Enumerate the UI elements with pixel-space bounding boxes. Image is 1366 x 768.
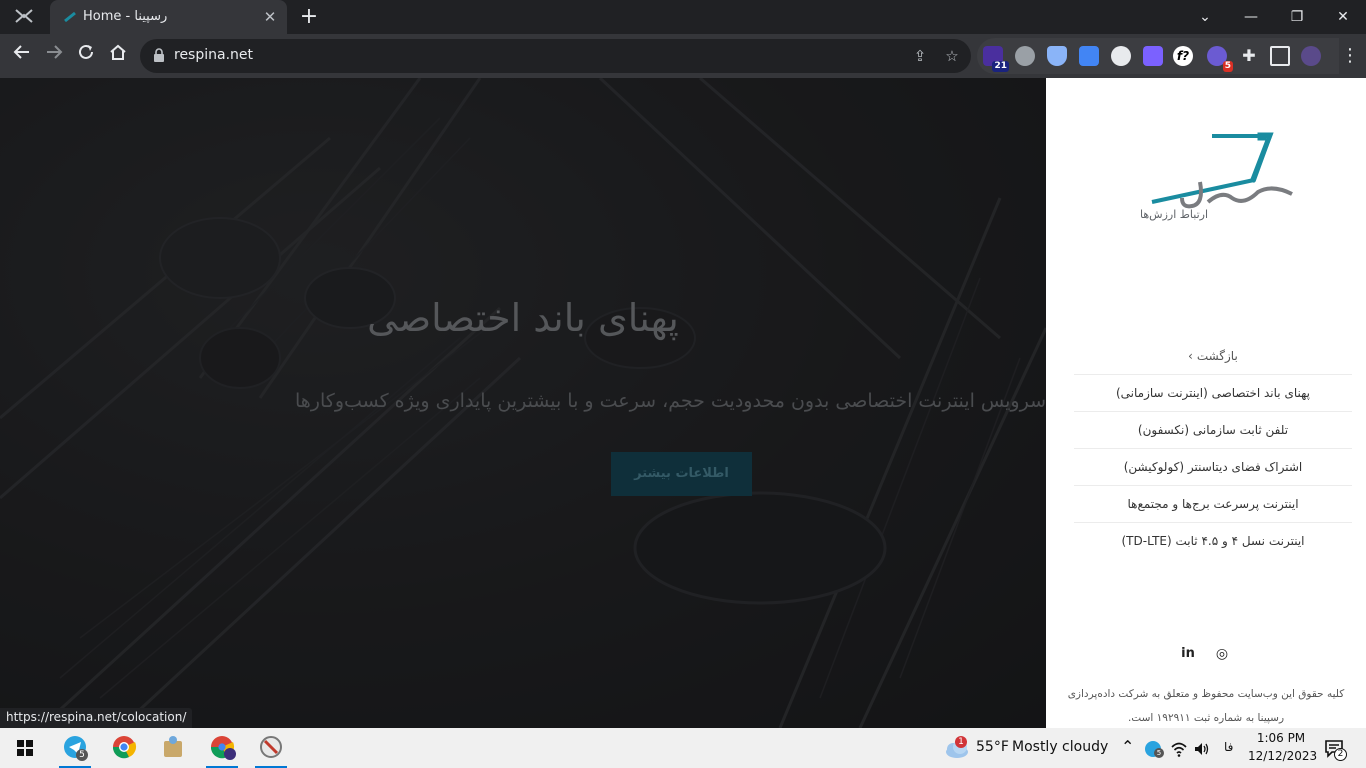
sidebar-item-nexphone[interactable]: تلفن ثابت سازمانی (نکسفون) bbox=[1074, 412, 1352, 449]
hero-title: پهنای باند اختصاصی bbox=[367, 296, 679, 340]
tab-title: Home - رسپینا bbox=[83, 9, 168, 24]
side-panel-icon[interactable] bbox=[1270, 46, 1290, 66]
browser-menu-icon[interactable]: ⋮ bbox=[1340, 45, 1360, 67]
app-menu-icon[interactable] bbox=[14, 8, 42, 26]
translate-extension-icon[interactable] bbox=[1079, 46, 1099, 66]
sidebar-item-towers-internet[interactable]: اینترنت پرسرعت برج‌ها و مجتمع‌ها bbox=[1074, 486, 1352, 523]
respina-favicon-icon bbox=[64, 11, 76, 23]
language-indicator[interactable]: فا bbox=[1224, 740, 1233, 754]
tool-taskbar-icon[interactable] bbox=[251, 733, 291, 768]
square-extension-icon[interactable] bbox=[1143, 46, 1163, 66]
circle-extension-icon[interactable] bbox=[1111, 46, 1131, 66]
extensions-puzzle-icon[interactable]: ✚ bbox=[1239, 46, 1259, 66]
font-extension-icon[interactable]: f? bbox=[1173, 46, 1193, 66]
browser-toolbar: respina.net ⇪ ☆ 21 f? 5 ✚ ⋮ bbox=[0, 34, 1366, 78]
temperature-text[interactable]: 55°F bbox=[976, 739, 1009, 755]
clock-time[interactable]: 1:06 PM bbox=[1250, 731, 1312, 745]
notifications-badge: 2 bbox=[1334, 748, 1347, 761]
more-info-button[interactable]: اطلاعات بیشتر bbox=[611, 452, 752, 496]
forward-arrow-icon[interactable] bbox=[41, 43, 67, 69]
profile-avatar[interactable] bbox=[1301, 46, 1321, 66]
back-link[interactable]: بازگشت ‹ bbox=[1074, 338, 1352, 375]
tab-search-button[interactable]: ⌄ bbox=[1182, 4, 1228, 30]
weather-alert-badge: 1 bbox=[955, 736, 967, 748]
lock-icon[interactable] bbox=[153, 48, 165, 62]
sidebar-menu: ارتباط ارزش‌ها بازگشت ‹ پهنای باند اختصا… bbox=[1046, 78, 1366, 728]
svg-text:ارتباط ارزش‌ها: ارتباط ارزش‌ها bbox=[1140, 208, 1208, 221]
camera-extension-icon[interactable] bbox=[1015, 46, 1035, 66]
instagram-icon[interactable]: ◎ bbox=[1214, 646, 1230, 662]
extension-badge: 5 bbox=[1222, 61, 1233, 72]
telegram-taskbar-icon[interactable]: 5 bbox=[55, 733, 95, 768]
wifi-icon[interactable] bbox=[1170, 740, 1188, 758]
weather-text[interactable]: Mostly cloudy bbox=[1012, 739, 1108, 755]
link-status-url: https://respina.net/colocation/ bbox=[0, 708, 193, 728]
extensions-area: 21 f? 5 ✚ bbox=[977, 38, 1339, 74]
new-tab-button[interactable]: + bbox=[298, 6, 320, 28]
home-icon[interactable] bbox=[105, 43, 131, 69]
telegram-badge: 5 bbox=[76, 749, 88, 761]
bookmark-star-icon[interactable]: ☆ bbox=[942, 46, 962, 66]
linkedin-icon[interactable]: in bbox=[1180, 646, 1196, 662]
tab-home[interactable]: Home - رسپینا ✕ bbox=[50, 0, 287, 34]
hero-subtitle: سرویس اینترنت اختصاصی بدون محدودیت حجم، … bbox=[295, 390, 1046, 412]
sidebar-nav: بازگشت ‹ پهنای باند اختصاصی (اینترنت ساز… bbox=[1074, 338, 1352, 560]
sidebar-item-td-lte[interactable]: اینترنت نسل ۴ و ۴.۵ ثابت (TD-LTE) bbox=[1074, 523, 1352, 560]
page-viewport: پهنای باند اختصاصی سرویس اینترنت اختصاصی… bbox=[0, 78, 1366, 728]
back-arrow-icon[interactable] bbox=[9, 43, 35, 69]
chrome-profile-taskbar-icon[interactable] bbox=[202, 733, 242, 768]
close-window-button[interactable]: ✕ bbox=[1320, 4, 1366, 30]
windows-taskbar: 5 1 55°F Mostly cloudy ⌃ 5 فا 1:06 PM 12… bbox=[0, 728, 1366, 768]
clock-date[interactable]: 12/12/2023 bbox=[1248, 749, 1317, 763]
extension-badge: 21 bbox=[992, 61, 1009, 72]
address-bar[interactable]: respina.net ⇪ ☆ bbox=[140, 39, 971, 73]
app-taskbar-icon[interactable] bbox=[153, 733, 193, 768]
windows-start-icon[interactable] bbox=[5, 733, 45, 768]
browser-titlebar: Home - رسپینا ✕ + ⌄ — ❐ ✕ bbox=[0, 0, 1366, 34]
sidebar-item-dedicated-bandwidth[interactable]: پهنای باند اختصاصی (اینترنت سازمانی) bbox=[1074, 375, 1352, 412]
volume-icon[interactable] bbox=[1193, 740, 1211, 758]
restore-button[interactable]: ❐ bbox=[1274, 4, 1320, 30]
chevron-left-icon: ‹ bbox=[1188, 349, 1193, 363]
reload-icon[interactable] bbox=[73, 43, 99, 69]
chevron-up-icon[interactable]: ⌃ bbox=[1121, 737, 1134, 756]
chrome-taskbar-icon[interactable] bbox=[104, 733, 144, 768]
share-icon[interactable]: ⇪ bbox=[910, 46, 930, 66]
minimize-button[interactable]: — bbox=[1228, 4, 1274, 30]
back-label: بازگشت bbox=[1196, 349, 1238, 363]
vpn-extension-icon[interactable]: 5 bbox=[1207, 46, 1233, 72]
url-text[interactable]: respina.net bbox=[174, 47, 253, 63]
tray-badge: 5 bbox=[1154, 748, 1164, 758]
copyright-text: کلیه حقوق این وب‌سایت محفوظ و متعلق به ش… bbox=[1067, 688, 1345, 724]
sidebar-item-colocation[interactable]: اشتراک فضای دیتاسنتر (کولوکیشن) bbox=[1074, 449, 1352, 486]
tab-close-icon[interactable]: ✕ bbox=[261, 8, 279, 26]
extension-1-icon[interactable]: 21 bbox=[983, 46, 1009, 72]
shield-extension-icon[interactable] bbox=[1047, 46, 1067, 66]
respina-logo[interactable]: ارتباط ارزش‌ها bbox=[1112, 132, 1302, 227]
